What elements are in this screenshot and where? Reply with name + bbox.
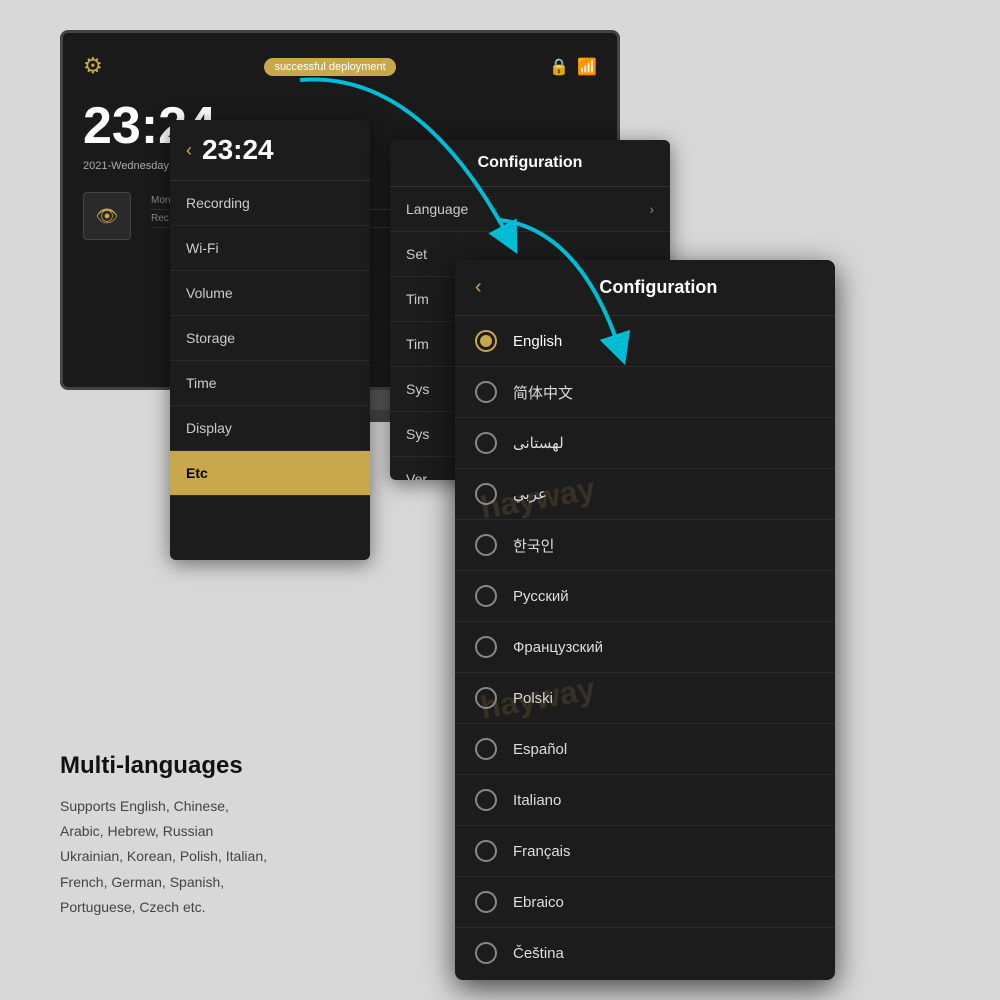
menu-item-etc[interactable]: Etc	[170, 451, 370, 496]
config-set-label: Set	[406, 246, 427, 262]
lang-item[interactable]: Français	[455, 826, 835, 877]
config-item-language[interactable]: Language ›	[390, 187, 670, 232]
lang-name-label: 한국인	[513, 535, 554, 556]
bottom-text-section: Multi-languages Supports English, Chines…	[60, 752, 400, 920]
radio-button	[475, 585, 497, 607]
lang-name-label: عربي	[513, 485, 547, 503]
radio-button	[475, 483, 497, 505]
lang-panel-title: Configuration	[502, 277, 815, 298]
settings-panel: ‹ 23:24 Recording Wi-Fi Volume Storage T…	[170, 120, 370, 560]
lang-name-label: 简体中文	[513, 382, 573, 403]
lang-name-label: Русский	[513, 588, 569, 605]
lang-name-label: Polski	[513, 690, 553, 707]
settings-time: 23:24	[202, 134, 274, 166]
radio-button	[475, 534, 497, 556]
lang-back-button[interactable]: ‹	[475, 276, 482, 299]
lang-name-label: لهستانی	[513, 434, 564, 452]
radio-button	[475, 381, 497, 403]
radio-button	[475, 840, 497, 862]
lang-item[interactable]: Español	[455, 724, 835, 775]
menu-item-volume[interactable]: Volume	[170, 271, 370, 316]
settings-menu-list: Recording Wi-Fi Volume Storage Time Disp…	[170, 181, 370, 496]
lang-panel-header: ‹ Configuration	[455, 260, 835, 316]
lang-item[interactable]: Русский	[455, 571, 835, 622]
radio-button	[475, 432, 497, 454]
lang-name-label: Čeština	[513, 945, 564, 962]
config-title: Configuration	[390, 140, 670, 187]
lock-icon: 🔒	[549, 57, 569, 77]
monitor-thumb: 👁	[83, 192, 131, 240]
radio-button	[475, 687, 497, 709]
config-language-label: Language	[406, 201, 468, 217]
menu-item-storage[interactable]: Storage	[170, 316, 370, 361]
radio-button	[475, 942, 497, 964]
radio-button	[475, 738, 497, 760]
bottom-description: Supports English, Chinese,Arabic, Hebrew…	[60, 794, 400, 920]
gear-icon: ⚙	[83, 53, 111, 81]
lang-item[interactable]: عربي	[455, 469, 835, 520]
lang-name-label: Español	[513, 741, 567, 758]
lang-item[interactable]: 한국인	[455, 520, 835, 571]
config-chevron-right-icon: ›	[649, 201, 654, 217]
status-pill: successful deployment	[264, 58, 395, 76]
menu-item-time[interactable]: Time	[170, 361, 370, 406]
config-sys1-label: Sys	[406, 381, 429, 397]
wifi-icon: 📶	[577, 57, 597, 77]
bottom-title: Multi-languages	[60, 752, 400, 780]
language-panel: ‹ Configuration English 简体中文 لهستانی عربي 한국…	[455, 260, 835, 980]
lang-item[interactable]: Французский	[455, 622, 835, 673]
menu-item-display[interactable]: Display	[170, 406, 370, 451]
lang-item[interactable]: English	[455, 316, 835, 367]
lang-item[interactable]: Čeština	[455, 928, 835, 976]
radio-button	[475, 636, 497, 658]
config-tim2-label: Tim	[406, 336, 429, 352]
lang-item[interactable]: Ebraico	[455, 877, 835, 928]
lang-item[interactable]: لهستانی	[455, 418, 835, 469]
radio-inner-dot	[480, 335, 492, 347]
language-list: English 简体中文 لهستانی عربي 한국인 Русский Французс…	[455, 316, 835, 976]
lang-name-label: Italiano	[513, 792, 561, 809]
lang-name-label: English	[513, 333, 562, 350]
menu-item-wifi[interactable]: Wi-Fi	[170, 226, 370, 271]
config-ver-label: Ver	[406, 471, 427, 480]
lang-name-label: Ebraico	[513, 894, 564, 911]
radio-button	[475, 789, 497, 811]
config-sys2-label: Sys	[406, 426, 429, 442]
settings-header: ‹ 23:24	[170, 120, 370, 181]
radio-button	[475, 330, 497, 352]
settings-back-icon[interactable]: ‹	[186, 140, 192, 161]
lang-name-label: Французский	[513, 639, 603, 656]
menu-item-recording[interactable]: Recording	[170, 181, 370, 226]
lang-item[interactable]: Italiano	[455, 775, 835, 826]
lang-item[interactable]: 简体中文	[455, 367, 835, 418]
radio-button	[475, 891, 497, 913]
config-tim1-label: Tim	[406, 291, 429, 307]
lang-name-label: Français	[513, 843, 571, 860]
lang-item[interactable]: Polski	[455, 673, 835, 724]
